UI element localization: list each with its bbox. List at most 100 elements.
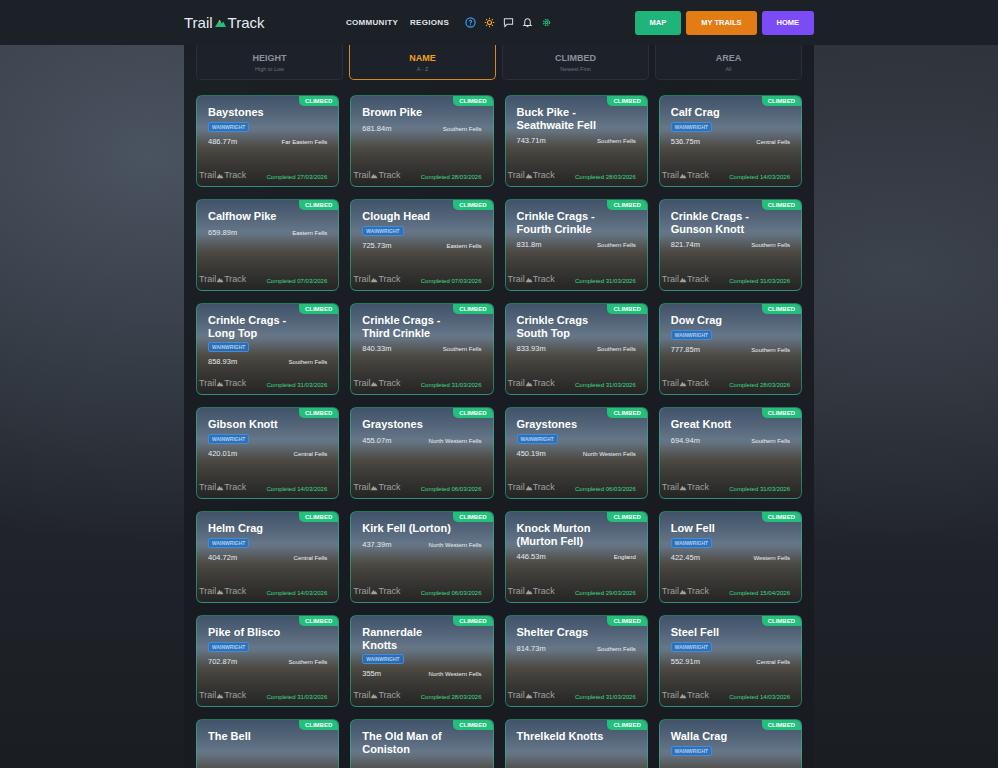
mountain-icon bbox=[679, 380, 687, 387]
mountain-icon bbox=[216, 692, 224, 699]
watermark: TrailTrack bbox=[199, 378, 246, 388]
fell-area: Southern Fells bbox=[751, 347, 790, 353]
fell-name: Knock Murton (Murton Fell) bbox=[517, 522, 636, 547]
fell-card[interactable]: CLIMBEDPike of BliscoWAINWRIGHT702.87mSo… bbox=[196, 615, 339, 707]
climbed-badge: CLIMBED bbox=[762, 408, 801, 418]
logo[interactable]: TrailTrack bbox=[184, 14, 346, 31]
main-nav: COMMUNITY REGIONS bbox=[346, 17, 635, 28]
fell-name: Baystones bbox=[208, 106, 294, 119]
wainwright-tag: WAINWRIGHT bbox=[671, 330, 712, 340]
button-group: MAPMY TRAILSHOME bbox=[635, 11, 814, 35]
fell-card[interactable]: CLIMBEDKirk Fell (Lorton)437.39mNorth We… bbox=[350, 511, 493, 603]
card-footer: TrailTrackCompleted 31/03/2026 bbox=[508, 690, 636, 700]
fell-name: Walla Crag bbox=[671, 730, 757, 743]
mountain-icon bbox=[679, 692, 687, 699]
card-footer: TrailTrackCompleted 06/03/2026 bbox=[508, 482, 636, 492]
fell-card[interactable]: CLIMBEDGibson KnottWAINWRIGHT420.01mCent… bbox=[196, 407, 339, 499]
fell-height: 404.72m bbox=[208, 553, 237, 562]
mountain-icon bbox=[216, 172, 224, 179]
fell-height: 552.91m bbox=[671, 657, 700, 666]
bell-icon[interactable] bbox=[522, 17, 533, 28]
fell-area: North Western Fells bbox=[429, 438, 482, 444]
fell-area: Eastern Fells bbox=[446, 243, 481, 249]
card-footer: TrailTrackCompleted 29/03/2026 bbox=[508, 586, 636, 596]
nav-button[interactable]: MY TRAILS bbox=[686, 11, 756, 35]
fell-card[interactable]: CLIMBEDCrinkle Crags - Third Crinkle840.… bbox=[350, 303, 493, 395]
fell-card[interactable]: CLIMBEDGraystonesWAINWRIGHT450.19mNorth … bbox=[505, 407, 648, 499]
sort-tab[interactable]: HEIGHTHigh to Low bbox=[196, 45, 343, 80]
fell-area: Southern Fells bbox=[597, 646, 636, 652]
mountain-icon bbox=[216, 276, 224, 283]
wainwright-tag: WAINWRIGHT bbox=[517, 434, 558, 444]
watermark: TrailTrack bbox=[662, 274, 709, 284]
fell-card[interactable]: CLIMBEDCalfhow Pike659.89mEastern FellsT… bbox=[196, 199, 339, 291]
fell-card[interactable]: CLIMBEDCrinkle Crags - Long TopWAINWRIGH… bbox=[196, 303, 339, 395]
sort-tab[interactable]: CLIMBEDNewest First bbox=[502, 45, 649, 80]
completed-date: Completed 14/03/2026 bbox=[267, 486, 328, 492]
nav-link[interactable]: COMMUNITY bbox=[346, 18, 398, 27]
climbed-badge: CLIMBED bbox=[453, 304, 492, 314]
fell-name: Calfhow Pike bbox=[208, 210, 306, 223]
mountain-icon bbox=[214, 17, 227, 28]
fell-name: Crinkle Crags South Top bbox=[517, 314, 636, 339]
mountain-icon bbox=[525, 172, 533, 179]
sort-tab[interactable]: NAMEA - Z bbox=[349, 45, 496, 80]
wainwright-tag: WAINWRIGHT bbox=[208, 538, 249, 548]
fell-name: Shelter Crags bbox=[517, 626, 619, 639]
fell-height: 777.85m bbox=[671, 345, 700, 354]
completed-date: Completed 31/03/2026 bbox=[729, 278, 790, 284]
fell-meta: 355mNorth Western Fells bbox=[362, 669, 481, 678]
fell-name: Clough Head bbox=[362, 210, 460, 223]
fell-name: Crinkle Crags - Third Crinkle bbox=[362, 314, 481, 339]
fell-card[interactable]: CLIMBEDCalf CragWAINWRIGHT536.75mCentral… bbox=[659, 95, 802, 187]
fell-card[interactable]: CLIMBEDCrinkle Crags - Gunson Knott821.7… bbox=[659, 199, 802, 291]
fell-card[interactable]: CLIMBEDKnock Murton (Murton Fell)446.53m… bbox=[505, 511, 648, 603]
help-icon[interactable] bbox=[465, 17, 476, 28]
sun-icon[interactable] bbox=[484, 17, 495, 28]
fell-card[interactable]: CLIMBEDBuck Pike - Seathwaite Fell743.71… bbox=[505, 95, 648, 187]
nav-button[interactable]: MAP bbox=[635, 11, 682, 35]
fell-meta: 420.01mCentral Fells bbox=[208, 449, 327, 458]
fell-card[interactable]: CLIMBEDShelter Crags814.73mSouthern Fell… bbox=[505, 615, 648, 707]
fell-card[interactable]: CLIMBEDWalla CragWAINWRIGHT bbox=[659, 719, 802, 768]
fell-card[interactable]: CLIMBEDThe Bell bbox=[196, 719, 339, 768]
fell-card[interactable]: CLIMBEDBaystonesWAINWRIGHT486.77mFar Eas… bbox=[196, 95, 339, 187]
chat-icon[interactable] bbox=[503, 17, 514, 28]
fell-card[interactable]: CLIMBEDCrinkle Crags - Fourth Crinkle831… bbox=[505, 199, 648, 291]
fell-card[interactable]: CLIMBEDLow FellWAINWRIGHT422.45mWestern … bbox=[659, 511, 802, 603]
fell-meta: 814.73mSouthern Fells bbox=[517, 644, 636, 653]
climbed-badge: CLIMBED bbox=[453, 720, 492, 730]
completed-date: Completed 06/03/2026 bbox=[575, 486, 636, 492]
card-footer: TrailTrackCompleted 28/03/2026 bbox=[353, 170, 481, 180]
completed-date: Completed 15/04/2026 bbox=[729, 590, 790, 596]
nav-button[interactable]: HOME bbox=[762, 11, 815, 35]
climbed-badge: CLIMBED bbox=[762, 616, 801, 626]
fell-height: 858.93m bbox=[208, 357, 237, 366]
completed-date: Completed 31/03/2026 bbox=[575, 278, 636, 284]
fell-card[interactable]: CLIMBEDClough HeadWAINWRIGHT725.73mEaste… bbox=[350, 199, 493, 291]
settings-icon[interactable] bbox=[541, 17, 552, 28]
watermark: TrailTrack bbox=[508, 170, 555, 180]
fell-card[interactable]: CLIMBEDRannerdale KnottsWAINWRIGHT355mNo… bbox=[350, 615, 493, 707]
sort-tab[interactable]: AREAAll bbox=[655, 45, 802, 80]
mountain-icon bbox=[370, 588, 378, 595]
climbed-badge: CLIMBED bbox=[607, 408, 646, 418]
watermark: TrailTrack bbox=[508, 690, 555, 700]
fell-card[interactable]: CLIMBEDBrown Pike681.84mSouthern FellsTr… bbox=[350, 95, 493, 187]
fell-meta: 821.74mSouthern Fells bbox=[671, 240, 790, 249]
watermark: TrailTrack bbox=[353, 170, 400, 180]
fell-card[interactable]: CLIMBEDCrinkle Crags South Top833.93mSou… bbox=[505, 303, 648, 395]
fell-card[interactable]: CLIMBEDHelm CragWAINWRIGHT404.72mCentral… bbox=[196, 511, 339, 603]
fell-card[interactable]: CLIMBEDSteel FellWAINWRIGHT552.91mCentra… bbox=[659, 615, 802, 707]
mountain-icon bbox=[216, 380, 224, 387]
fell-card[interactable]: CLIMBEDGraystones455.07mNorth Western Fe… bbox=[350, 407, 493, 499]
fell-name: The Old Man of Coniston bbox=[362, 730, 481, 755]
fell-area: Far Eastern Fells bbox=[282, 139, 328, 145]
fell-card[interactable]: CLIMBEDThe Old Man of Coniston bbox=[350, 719, 493, 768]
fell-card[interactable]: CLIMBEDGreat Knott694.94mSouthern FellsT… bbox=[659, 407, 802, 499]
watermark: TrailTrack bbox=[662, 170, 709, 180]
nav-link[interactable]: REGIONS bbox=[410, 18, 449, 27]
fell-card[interactable]: CLIMBEDThrelkeld Knotts bbox=[505, 719, 648, 768]
fell-meta: 422.45mWestern Fells bbox=[671, 553, 790, 562]
fell-card[interactable]: CLIMBEDDow CragWAINWRIGHT777.85mSouthern… bbox=[659, 303, 802, 395]
